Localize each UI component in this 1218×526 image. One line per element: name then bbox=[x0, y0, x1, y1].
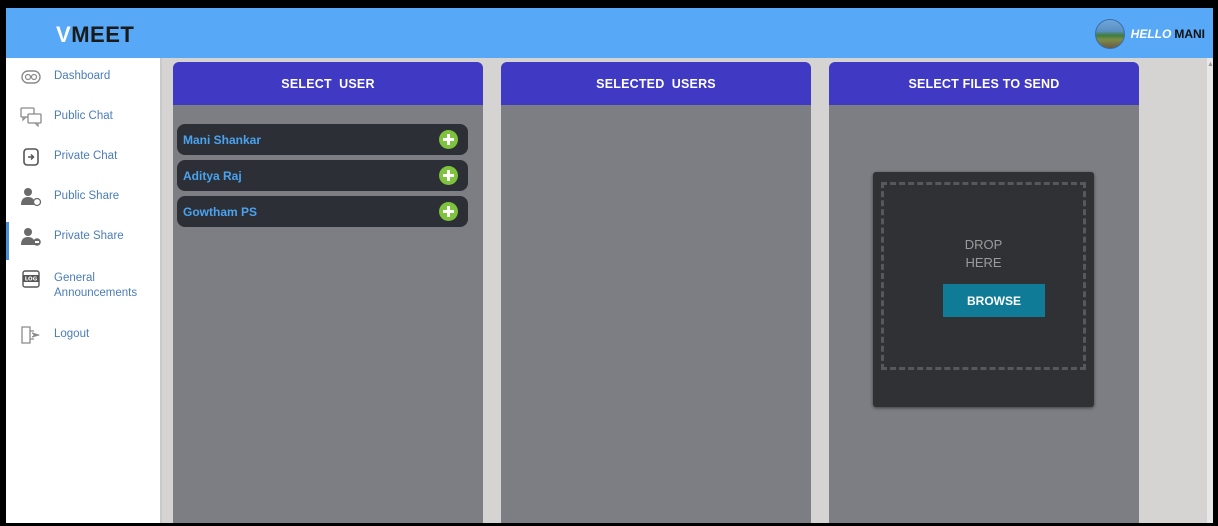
drop-zone-border bbox=[881, 182, 1086, 370]
add-user-button[interactable] bbox=[439, 166, 458, 185]
svg-text:LOG: LOG bbox=[25, 277, 38, 283]
public-share-icon bbox=[20, 186, 42, 208]
log-icon: LOG bbox=[20, 268, 42, 290]
user-row-aditya-raj[interactable]: Aditya Raj bbox=[177, 160, 468, 191]
sidebar-item-public-share[interactable]: Public Share bbox=[6, 186, 162, 208]
select-files-header: SELECT FILES TO SEND bbox=[829, 62, 1139, 105]
sidebar-item-dashboard[interactable]: Dashboard bbox=[6, 66, 162, 88]
file-drop-zone[interactable]: DROP HERE BROWSE bbox=[873, 172, 1094, 407]
sidebar-item-private-chat[interactable]: Private Chat bbox=[6, 146, 162, 168]
sidebar-item-private-share[interactable]: Private Share bbox=[6, 222, 162, 260]
private-chat-icon bbox=[20, 146, 42, 168]
sidebar-item-general-announcements[interactable]: LOG General Announcements bbox=[6, 268, 162, 301]
app-window: VMEET HELLO MANI Dashboard Public Chat P… bbox=[6, 8, 1213, 523]
select-user-panel: SELECT USER Mani Shankar Aditya Raj Gowt… bbox=[173, 62, 483, 523]
sidebar-item-logout[interactable]: Logout bbox=[6, 324, 162, 346]
logout-icon bbox=[20, 324, 42, 346]
user-profile[interactable]: HELLO MANI bbox=[1094, 18, 1205, 50]
top-bar: VMEET HELLO MANI bbox=[6, 8, 1213, 58]
add-user-button[interactable] bbox=[439, 202, 458, 221]
sidebar-item-public-chat[interactable]: Public Chat bbox=[6, 106, 162, 128]
dashboard-icon bbox=[20, 66, 42, 88]
app-logo[interactable]: VMEET bbox=[56, 22, 134, 48]
browse-button[interactable]: BROWSE bbox=[943, 284, 1045, 317]
select-user-header: SELECT USER bbox=[173, 62, 483, 105]
greeting-text: HELLO bbox=[1130, 27, 1172, 41]
chat-bubbles-icon bbox=[20, 106, 42, 128]
scroll-up-icon[interactable]: ▲ bbox=[1207, 60, 1213, 70]
select-files-panel: SELECT FILES TO SEND DROP HERE BROWSE bbox=[829, 62, 1139, 523]
drop-here-text: DROP HERE bbox=[964, 237, 1003, 270]
avatar[interactable] bbox=[1094, 19, 1125, 49]
selected-users-header: SELECTED USERS bbox=[501, 62, 811, 105]
private-share-icon bbox=[20, 226, 42, 248]
sidebar: Dashboard Public Chat Private Chat Publi… bbox=[6, 58, 162, 523]
user-row-mani-shankar[interactable]: Mani Shankar bbox=[177, 124, 468, 155]
add-user-button[interactable] bbox=[439, 130, 458, 149]
selected-users-panel: SELECTED USERS bbox=[501, 62, 811, 523]
user-name: MANI bbox=[1174, 27, 1205, 41]
user-row-gowtham-ps[interactable]: Gowtham PS bbox=[177, 196, 468, 227]
scrollbar[interactable] bbox=[1207, 58, 1213, 523]
